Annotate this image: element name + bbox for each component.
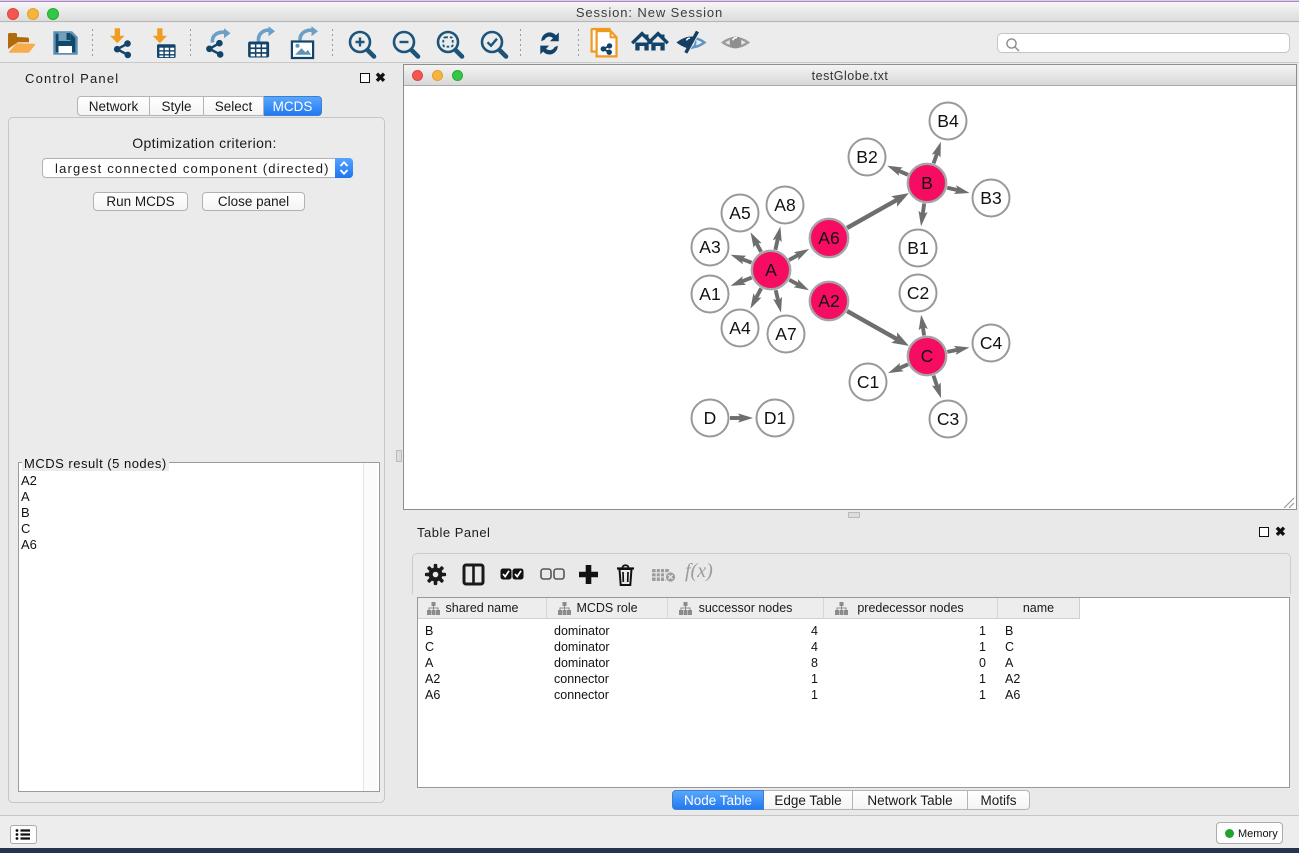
svg-text:A7: A7 (775, 324, 796, 344)
svg-text:A2: A2 (818, 291, 839, 311)
svg-text:A8: A8 (774, 195, 795, 215)
svg-text:C4: C4 (980, 333, 1003, 353)
svg-text:C: C (921, 346, 934, 366)
svg-text:A4: A4 (729, 318, 751, 338)
svg-text:A6: A6 (818, 228, 839, 248)
svg-text:B: B (921, 173, 933, 193)
svg-text:A5: A5 (729, 203, 750, 223)
svg-text:B1: B1 (907, 238, 928, 258)
svg-text:D1: D1 (764, 408, 786, 428)
svg-text:D: D (704, 408, 717, 428)
svg-text:B3: B3 (980, 188, 1001, 208)
svg-text:C2: C2 (907, 283, 929, 303)
svg-text:B4: B4 (937, 111, 959, 131)
svg-text:B2: B2 (856, 147, 877, 167)
svg-text:C1: C1 (857, 372, 879, 392)
svg-text:A3: A3 (699, 237, 720, 257)
svg-text:A1: A1 (699, 284, 720, 304)
svg-text:C3: C3 (937, 409, 959, 429)
svg-text:A: A (765, 260, 777, 280)
